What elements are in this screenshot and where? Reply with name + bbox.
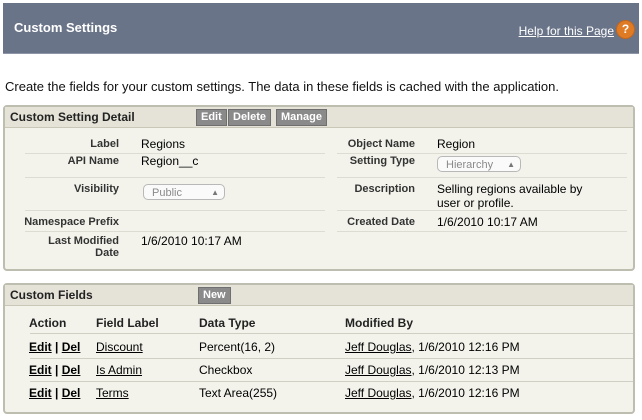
created-date-label: Created Date (347, 216, 415, 228)
detail-panel-title: Custom Setting Detail (10, 110, 135, 124)
data-type-cell: Text Area(255) (199, 386, 278, 400)
last-modified-label-line1: Last Modified (48, 235, 119, 247)
edit-link[interactable]: Edit (29, 363, 52, 377)
field-label-link[interactable]: Is Admin (96, 363, 142, 377)
object-name-label: Object Name (347, 138, 415, 150)
edit-button[interactable]: Edit (196, 109, 227, 126)
fields-panel-header: Custom Fields New (5, 285, 633, 306)
api-name-label: API Name (67, 155, 119, 167)
last-modified-value: 1/6/2010 10:17 AM (141, 234, 242, 248)
modified-date: , 1/6/2010 12:13 PM (411, 363, 520, 377)
setting-type-label: Setting Type (349, 155, 415, 167)
custom-setting-detail-panel: Custom Setting Detail Edit Delete Manage… (3, 105, 635, 271)
field-label-link[interactable]: Discount (96, 340, 143, 354)
namespace-prefix-label: Namespace Prefix (24, 216, 119, 228)
table-divider (30, 358, 633, 359)
select-arrows-icon: ▲ (507, 160, 515, 169)
object-name-value: Region (437, 137, 476, 151)
data-type-cell: Checkbox (199, 363, 253, 377)
intro-text: Create the fields for your custom settin… (5, 79, 560, 94)
help-icon[interactable]: ? (616, 20, 635, 39)
manage-button[interactable]: Manage (276, 109, 327, 126)
description-value-line1: Selling regions available by (437, 182, 583, 196)
select-arrows-icon: ▲ (211, 188, 219, 197)
modified-by-user-link[interactable]: Jeff Douglas (345, 363, 412, 377)
page-title: Custom Settings (14, 20, 118, 35)
api-name-value: Region__c (141, 154, 199, 168)
delete-button[interactable]: Delete (228, 109, 272, 126)
column-header-field-label: Field Label (96, 316, 159, 330)
label-label: Label (90, 138, 119, 150)
divider (337, 210, 627, 211)
action-separator: | (55, 340, 59, 354)
table-divider (30, 381, 633, 382)
modified-by-user-link[interactable]: Jeff Douglas (345, 340, 412, 354)
detail-panel-header: Custom Setting Detail Edit Delete Manage (5, 107, 633, 128)
column-header-data-type: Data Type (199, 316, 256, 330)
delete-link[interactable]: Del (62, 386, 81, 400)
new-field-button[interactable]: New (198, 287, 231, 304)
modified-date: , 1/6/2010 12:16 PM (411, 386, 520, 400)
action-separator: | (55, 386, 59, 400)
visibility-value: Public (152, 187, 182, 199)
setting-type-select: Hierarchy ▲ (437, 156, 521, 172)
last-modified-label-line2: Date (95, 247, 119, 259)
divider (25, 210, 325, 211)
fields-panel-title: Custom Fields (10, 288, 93, 302)
action-separator: | (55, 363, 59, 377)
label-value: Regions (141, 137, 186, 151)
edit-link[interactable]: Edit (29, 340, 52, 354)
description-value-line2: user or profile. (437, 196, 514, 210)
visibility-label: Visibility (73, 183, 119, 195)
table-divider (30, 333, 633, 334)
created-date-value: 1/6/2010 10:17 AM (437, 215, 538, 229)
divider (337, 231, 627, 232)
field-label-link[interactable]: Terms (96, 386, 129, 400)
visibility-select: Public ▲ (143, 184, 225, 200)
divider (25, 177, 325, 178)
modified-date: , 1/6/2010 12:16 PM (411, 340, 520, 354)
divider (337, 153, 627, 154)
setting-type-value: Hierarchy (446, 159, 494, 171)
column-header-modified-by: Modified By (345, 316, 413, 330)
modified-by-user-link[interactable]: Jeff Douglas (345, 386, 412, 400)
column-header-action: Action (29, 316, 67, 330)
delete-link[interactable]: Del (62, 340, 81, 354)
custom-fields-panel: Custom Fields New Action Field Label Dat… (3, 283, 635, 414)
divider (25, 231, 325, 232)
description-label: Description (354, 183, 415, 195)
delete-link[interactable]: Del (62, 363, 81, 377)
divider (337, 177, 627, 178)
page-header: Custom Settings Help for this Page ? (3, 3, 639, 54)
data-type-cell: Percent(16, 2) (199, 340, 276, 354)
edit-link[interactable]: Edit (29, 386, 52, 400)
help-link[interactable]: Help for this Page (519, 24, 614, 38)
